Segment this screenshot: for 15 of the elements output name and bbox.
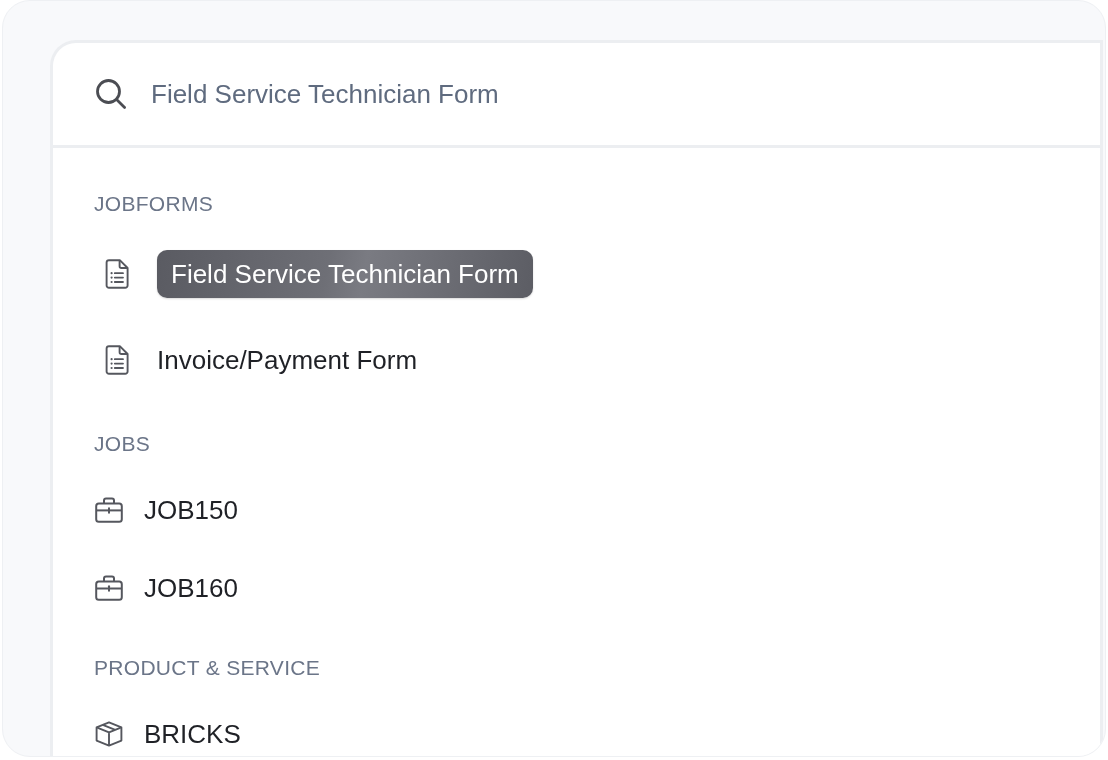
result-item[interactable]: Invoice/Payment Form [157, 336, 418, 384]
search-icon[interactable] [95, 78, 127, 110]
result-item[interactable]: JOB150 [144, 490, 238, 530]
briefcase-icon [95, 497, 123, 523]
briefcase-icon [95, 575, 123, 601]
section-heading: JOBS [94, 432, 151, 456]
search-field[interactable]: Field Service Technician Form [151, 74, 1060, 114]
document-list-icon [105, 345, 129, 375]
document-list-icon [105, 259, 129, 289]
section-heading: JOBFORMS [94, 192, 214, 216]
result-item[interactable]: JOB160 [144, 568, 238, 608]
box-icon [95, 721, 123, 747]
section-heading: PRODUCT & SERVICE [94, 656, 321, 680]
result-item[interactable]: BRICKS [144, 714, 241, 754]
result-item[interactable]: Field Service Technician Form [157, 250, 533, 298]
